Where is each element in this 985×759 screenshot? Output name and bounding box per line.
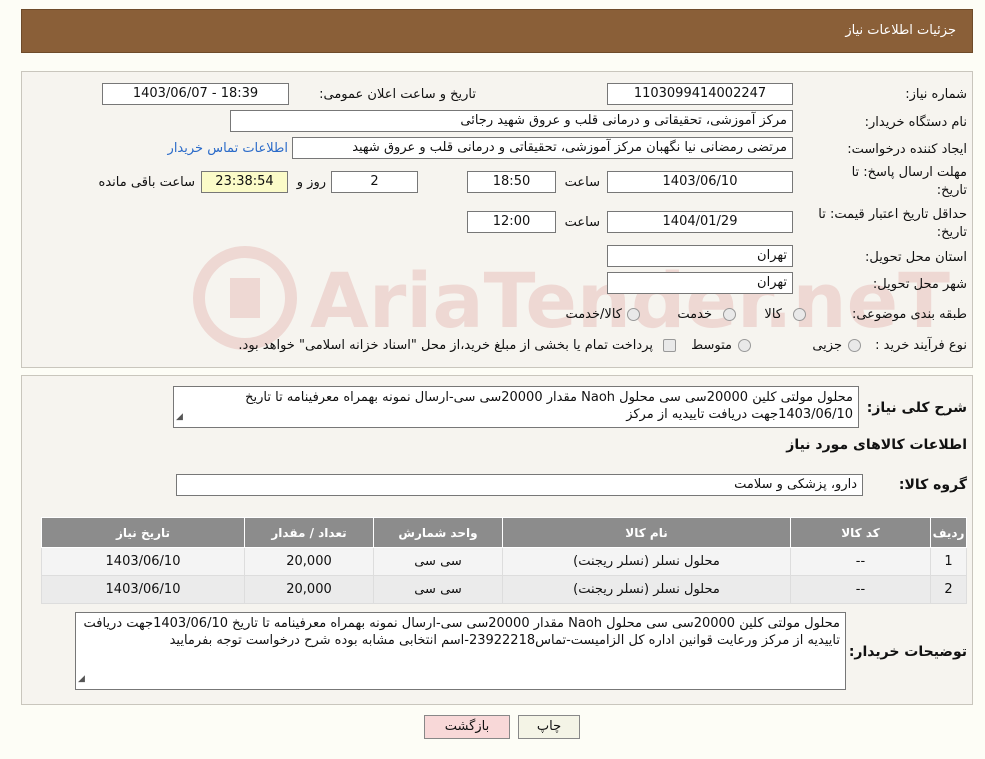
category-goods-service-radio[interactable] [627,308,640,321]
items-table: ردیف کد کالا نام کالا واحد شمارش تعداد /… [41,517,967,604]
resize-handle-icon: ◢ [176,412,183,422]
requester-label: ایجاد کننده درخواست: [847,142,967,157]
validity-label-line1: حداقل تاریخ اعتبار قیمت: تا [818,207,967,222]
province-field: تهران [607,245,793,267]
deadline-time-field: 18:50 [467,171,556,193]
deadline-time-label: ساعت [564,175,600,190]
validity-time-field: 12:00 [467,211,556,233]
cell-date: 1403/06/10 [41,547,245,576]
category-service-label: خدمت [677,307,712,322]
buyer-org-label: نام دستگاه خریدار: [864,115,967,130]
summary-text: محلول مولتی کلین 20000سی سی محلول Naoh م… [245,390,853,422]
process-label: نوع فرآیند خرید : [875,338,967,353]
buyer-notes-textarea[interactable]: محلول مولتی کلین 20000سی سی محلول Naoh م… [75,612,846,690]
requester-field: مرتضی رمضانی نیا نگهبان مرکز آموزشی، تحق… [292,137,793,159]
process-medium-radio[interactable] [738,339,751,352]
category-label: طبقه بندی موضوعی: [851,307,967,322]
treasury-checkbox[interactable] [663,339,676,352]
process-partial-radio[interactable] [848,339,861,352]
cell-qty: 20,000 [244,547,374,576]
page-header: جزئیات اطلاعات نیاز [21,9,973,53]
province-label: استان محل تحویل: [865,250,967,265]
deadline-label-line2: تاریخ: [936,183,967,198]
summary-textarea[interactable]: محلول مولتی کلین 20000سی سی محلول Naoh م… [173,386,859,428]
items-section-title: اطلاعات کالاهای مورد نیاز [786,437,967,453]
cell-row: 1 [930,547,967,576]
buyer-contact-link[interactable]: اطلاعات تماس خریدار [168,141,288,156]
cell-code: -- [790,547,931,576]
announce-field: 1403/06/07 - 18:39 [102,83,289,105]
group-field: دارو، پزشکی و سلامت [176,474,863,496]
print-button[interactable]: چاپ [518,715,580,739]
cell-code: -- [790,575,931,604]
col-unit-header: واحد شمارش [373,517,503,548]
cell-unit: سی سی [373,575,503,604]
validity-date-field: 1404/01/29 [607,211,793,233]
cell-qty: 20,000 [244,575,374,604]
remaining-label: ساعت باقی مانده [98,175,195,190]
buyer-org-field: مرکز آموزشی، تحقیقاتی و درمانی قلب و عرو… [230,110,793,132]
cell-name: محلول نسلر (نسلر ریجنت) [502,547,791,576]
page-title: جزئیات اطلاعات نیاز [845,23,956,38]
cell-unit: سی سی [373,547,503,576]
resize-handle-icon: ◢ [78,674,85,684]
city-label: شهر محل تحویل: [872,277,967,292]
table-row: 1 -- محلول نسلر (نسلر ریجنت) سی سی 20,00… [41,547,967,576]
col-code-header: کد کالا [790,517,931,548]
buyer-notes-text: محلول مولتی کلین 20000سی سی محلول Naoh م… [83,616,841,648]
category-goods-radio[interactable] [793,308,806,321]
table-header-row: ردیف کد کالا نام کالا واحد شمارش تعداد /… [41,517,967,548]
remaining-time-field: 23:38:54 [201,171,288,193]
announce-label: تاریخ و ساعت اعلان عمومی: [319,87,476,102]
need-number-field: 1103099414002247 [607,83,793,105]
days-label: روز و [296,175,326,190]
category-goods-service-label: کالا/خدمت [565,307,622,322]
summary-label: شرح کلی نیاز: [866,400,967,416]
col-date-header: تاریخ نیاز [41,517,245,548]
cell-date: 1403/06/10 [41,575,245,604]
remaining-days-field: 2 [331,171,418,193]
validity-label-line2: تاریخ: [936,225,967,240]
back-button[interactable]: بازگشت [424,715,510,739]
col-qty-header: تعداد / مقدار [244,517,374,548]
group-label: گروه کالا: [898,477,967,493]
cell-name: محلول نسلر (نسلر ریجنت) [502,575,791,604]
col-name-header: نام کالا [502,517,791,548]
buyer-notes-label: توضیحات خریدار: [848,644,967,660]
process-note: پرداخت تمام یا بخشی از مبلغ خرید،از محل … [238,338,653,353]
city-field: تهران [607,272,793,294]
process-medium-label: متوسط [691,338,732,353]
need-number-label: شماره نیاز: [905,87,967,102]
process-partial-label: جزیی [812,338,842,353]
category-service-radio[interactable] [723,308,736,321]
cell-row: 2 [930,575,967,604]
validity-time-label: ساعت [564,215,600,230]
category-goods-label: کالا [764,307,782,322]
table-row: 2 -- محلول نسلر (نسلر ریجنت) سی سی 20,00… [41,575,967,604]
deadline-label-line1: مهلت ارسال پاسخ: تا [851,165,967,180]
deadline-date-field: 1403/06/10 [607,171,793,193]
col-row-header: ردیف [930,517,967,548]
